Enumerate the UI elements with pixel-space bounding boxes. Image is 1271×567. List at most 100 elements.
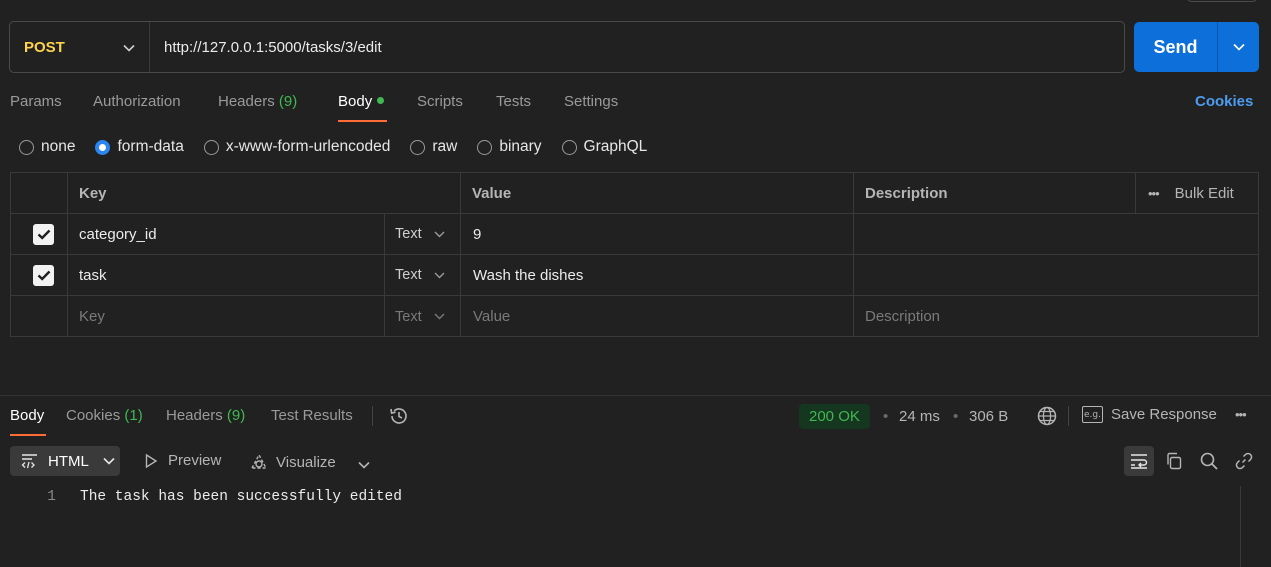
- format-label: HTML: [48, 452, 89, 470]
- separator-dot: •: [953, 408, 959, 425]
- method-select[interactable]: POST: [10, 22, 150, 72]
- url-input[interactable]: [150, 22, 1124, 72]
- radio-graphql[interactable]: GraphQL: [561, 138, 648, 156]
- tab-body[interactable]: Body: [338, 93, 385, 110]
- request-bar: POST: [9, 21, 1125, 73]
- send-button[interactable]: Send: [1134, 22, 1218, 72]
- type-label: Text: [395, 267, 422, 283]
- radio-raw-label: raw: [432, 138, 458, 155]
- row-enabled-checkbox[interactable]: [33, 223, 54, 245]
- scrollbar[interactable]: [1240, 486, 1241, 567]
- row-check-cell: [11, 214, 67, 254]
- table-row-new: Key Text Value Description: [11, 296, 1258, 337]
- radio-circle-icon: [410, 139, 426, 155]
- new-description-cell[interactable]: Description: [853, 296, 1258, 337]
- bulk-edit-cell[interactable]: ••• Bulk Edit: [1135, 173, 1258, 213]
- type-select[interactable]: Text: [395, 309, 445, 325]
- response-tab-cookies-label: Cookies: [66, 407, 121, 424]
- save-response-button[interactable]: e.g. Save Response: [1082, 406, 1217, 423]
- table-row: category_id Text 9: [11, 214, 1258, 255]
- send-options-button[interactable]: [1218, 22, 1259, 72]
- tab-scripts[interactable]: Scripts: [417, 93, 463, 110]
- type-select[interactable]: Text: [395, 226, 445, 242]
- key-text: task: [79, 266, 107, 284]
- globe-icon[interactable]: [1036, 405, 1058, 431]
- send-button-group: Send: [1134, 22, 1259, 72]
- pane-divider[interactable]: [0, 395, 1271, 396]
- radio-circle-icon: [19, 139, 34, 155]
- radio-circle-icon: [561, 139, 577, 155]
- chevron-down-icon: [1232, 43, 1245, 51]
- chevron-down-icon: [103, 457, 115, 465]
- response-tab-body[interactable]: Body: [10, 407, 44, 424]
- new-key-cell[interactable]: Key: [67, 296, 384, 337]
- chevron-down-icon: [434, 231, 445, 237]
- key-placeholder: Key: [79, 308, 105, 325]
- chevron-down-icon: [434, 313, 445, 320]
- response-time[interactable]: 24 ms: [899, 408, 940, 425]
- format-select[interactable]: HTML: [10, 446, 120, 476]
- search-button[interactable]: [1194, 446, 1224, 476]
- visualize-label: Visualize: [276, 453, 336, 471]
- tab-params[interactable]: Params: [10, 93, 62, 110]
- type-cell[interactable]: Text: [384, 214, 460, 254]
- preview-label: Preview: [168, 452, 222, 469]
- value-text: Wash the dishes: [473, 266, 584, 284]
- method-label: POST: [24, 38, 65, 56]
- tab-headers[interactable]: Headers (9): [218, 93, 297, 110]
- radio-raw[interactable]: raw: [410, 138, 457, 156]
- value-cell[interactable]: Wash the dishes: [460, 255, 853, 295]
- tab-tests[interactable]: Tests: [496, 93, 531, 110]
- history-icon[interactable]: [388, 405, 410, 431]
- wrap-lines-button[interactable]: [1124, 446, 1154, 476]
- row-enabled-checkbox[interactable]: [33, 264, 54, 286]
- response-active-tab-underline: [10, 434, 46, 436]
- tab-headers-count: (9): [278, 93, 298, 110]
- key-cell[interactable]: category_id: [67, 214, 384, 254]
- link-button[interactable]: [1229, 446, 1259, 476]
- chevron-down-icon: [358, 461, 370, 469]
- description-cell[interactable]: [853, 214, 1258, 254]
- response-body-line: The task has been successfully edited: [80, 489, 402, 505]
- more-options-icon[interactable]: •••: [1235, 407, 1247, 422]
- wrap-lines-icon: [1131, 454, 1148, 469]
- response-tab-cookies[interactable]: Cookies (1): [66, 407, 143, 424]
- line-number: 1: [47, 489, 56, 505]
- bulk-edit-button[interactable]: Bulk Edit: [1175, 185, 1234, 202]
- status-badge[interactable]: 200 OK: [799, 404, 870, 429]
- description-placeholder: Description: [865, 308, 941, 325]
- type-select[interactable]: Text: [395, 267, 445, 283]
- value-cell[interactable]: 9: [460, 214, 853, 254]
- new-value-cell[interactable]: Value: [460, 296, 853, 337]
- tab-authorization[interactable]: Authorization: [93, 93, 181, 110]
- description-cell[interactable]: [853, 255, 1258, 295]
- response-tab-headers[interactable]: Headers (9): [166, 407, 245, 424]
- type-cell[interactable]: Text: [384, 255, 460, 295]
- table-header-row: Key Value Description ••• Bulk Edit: [11, 173, 1258, 214]
- radio-urlencoded[interactable]: x-www-form-urlencoded: [203, 138, 390, 156]
- preview-button[interactable]: Preview: [143, 452, 221, 469]
- chevron-down-icon: [434, 272, 445, 278]
- top-window-stub: [1186, 0, 1258, 2]
- radio-none[interactable]: none: [19, 138, 75, 156]
- tab-body-label: Body: [338, 93, 373, 110]
- visualize-button[interactable]: Visualize: [249, 452, 336, 472]
- value-placeholder: Value: [473, 308, 511, 325]
- header-value: Value: [472, 184, 512, 202]
- visualize-dropdown[interactable]: [358, 456, 370, 473]
- radio-form-data[interactable]: form-data: [95, 138, 184, 156]
- header-check-cell: [11, 173, 67, 213]
- new-type-cell[interactable]: Text: [384, 296, 460, 337]
- key-cell[interactable]: task: [67, 255, 384, 295]
- radio-graphql-label: GraphQL: [583, 138, 648, 155]
- tab-settings[interactable]: Settings: [564, 93, 618, 110]
- copy-button[interactable]: [1159, 446, 1189, 476]
- more-options-icon[interactable]: •••: [1148, 186, 1160, 201]
- response-size[interactable]: 306 B: [969, 408, 1008, 425]
- radio-binary[interactable]: binary: [477, 138, 542, 156]
- header-key: Key: [79, 184, 107, 202]
- cookies-link[interactable]: Cookies: [1195, 93, 1253, 110]
- response-tab-test-results[interactable]: Test Results: [271, 407, 353, 424]
- response-tab-headers-label: Headers: [166, 407, 223, 424]
- search-icon: [1200, 452, 1218, 470]
